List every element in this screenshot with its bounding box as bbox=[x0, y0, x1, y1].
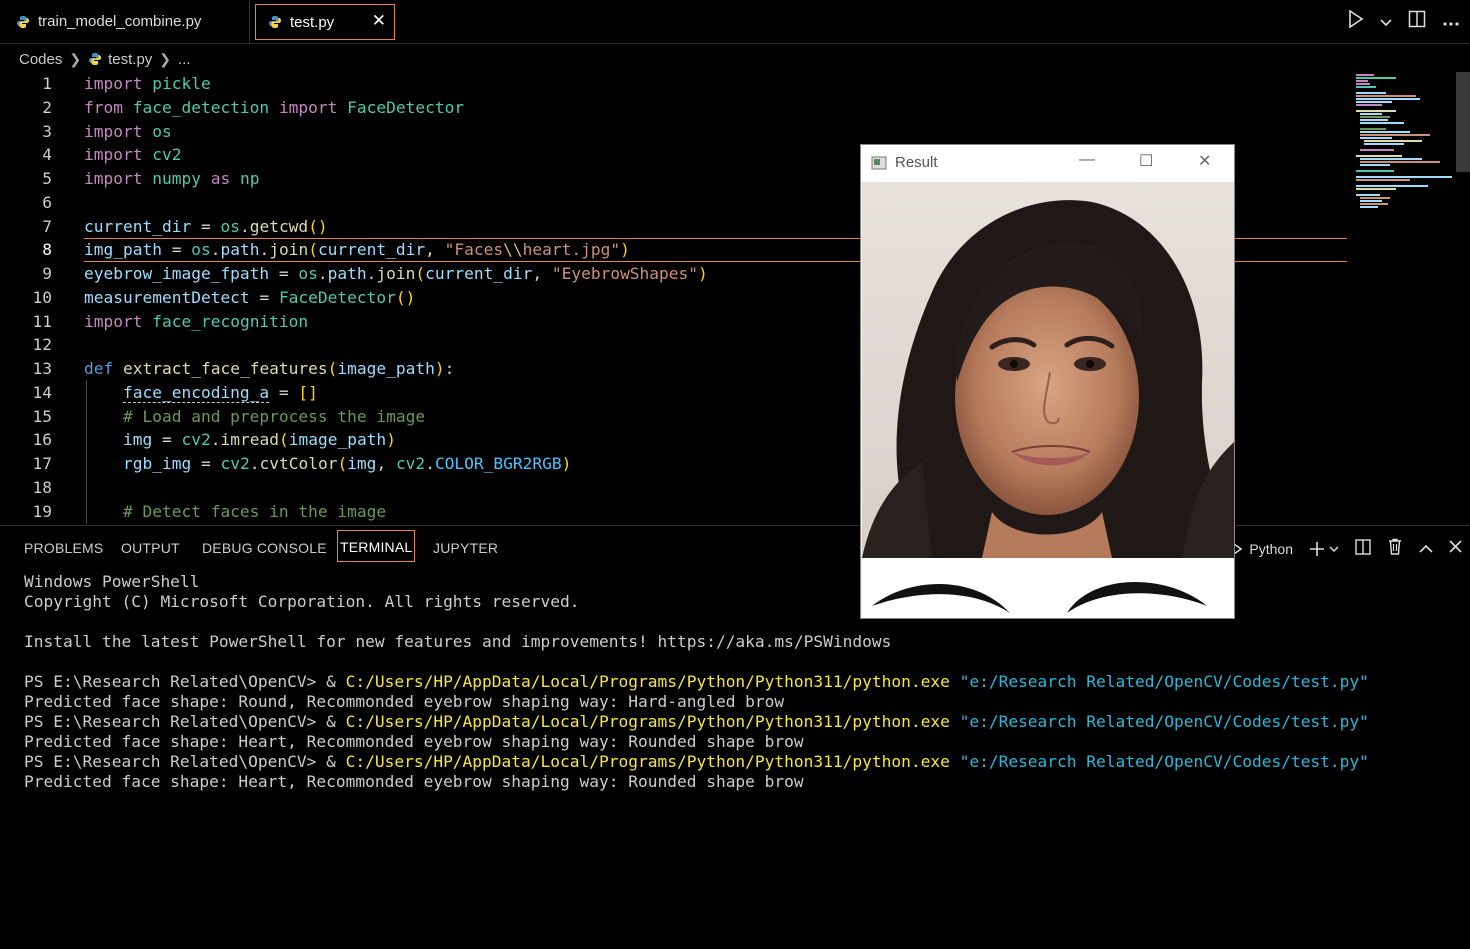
terminal-line: Install the latest PowerShell for new fe… bbox=[24, 632, 892, 651]
terminal-prompt: PS E:\Research Related\OpenCV> & bbox=[24, 712, 346, 731]
plus-icon bbox=[1310, 542, 1324, 556]
tab-train-model-combine[interactable]: train_model_combine.py bbox=[0, 0, 250, 43]
line-number: 15 bbox=[32, 407, 53, 426]
result-window[interactable]: Result — ☐ ✕ bbox=[860, 144, 1235, 619]
code-line: 2 from face_detection import FaceDetector bbox=[0, 96, 1347, 120]
line-number: 3 bbox=[42, 122, 52, 141]
terminal-arg: "e:/Research Related/OpenCV/Codes/test.p… bbox=[949, 672, 1369, 691]
split-editor-button[interactable] bbox=[1408, 10, 1426, 33]
split-icon bbox=[1355, 538, 1371, 555]
tab-debug-console[interactable]: DEBUG CONSOLE bbox=[202, 540, 327, 556]
chevron-down-icon bbox=[1329, 545, 1339, 552]
line-number: 7 bbox=[42, 217, 52, 236]
trash-icon bbox=[1389, 538, 1401, 555]
line-number: 19 bbox=[32, 502, 53, 521]
terminal-line: Predicted face shape: Round, Recommonded… bbox=[24, 692, 785, 711]
face-photo bbox=[862, 182, 1234, 558]
terminal-prompt: PS E:\Research Related\OpenCV> & bbox=[24, 752, 346, 771]
window-app-icon bbox=[871, 156, 887, 170]
close-icon[interactable]: ✕ bbox=[372, 11, 386, 31]
line-number: 5 bbox=[42, 169, 52, 188]
new-terminal-button[interactable] bbox=[1309, 541, 1339, 557]
result-window-titlebar[interactable]: Result — ☐ ✕ bbox=[861, 145, 1234, 182]
close-panel-button[interactable] bbox=[1449, 540, 1462, 558]
chevron-down-icon[interactable] bbox=[1380, 11, 1392, 32]
breadcrumb-symbol[interactable]: ... bbox=[178, 51, 191, 68]
breadcrumb: Codes ❯ test.py ❯ ... bbox=[19, 48, 191, 70]
line-number: 13 bbox=[32, 359, 53, 378]
line-number: 12 bbox=[32, 335, 53, 354]
line-number: 9 bbox=[42, 264, 52, 283]
terminal-exe: C:/Users/HP/AppData/Local/Programs/Pytho… bbox=[345, 752, 950, 771]
terminal-arg: "e:/Research Related/OpenCV/Codes/test.p… bbox=[949, 712, 1369, 731]
terminal-exe: C:/Users/HP/AppData/Local/Programs/Pytho… bbox=[345, 712, 950, 731]
python-file-icon bbox=[89, 53, 102, 65]
minimap[interactable] bbox=[1352, 72, 1470, 522]
terminal-line: Predicted face shape: Heart, Recommonded… bbox=[24, 772, 804, 791]
play-icon bbox=[1349, 9, 1364, 29]
line-number: 18 bbox=[32, 478, 53, 497]
chevron-up-icon bbox=[1419, 544, 1433, 553]
tab-test-py[interactable]: test.py ✕ bbox=[255, 4, 395, 40]
tab-jupyter[interactable]: JUPYTER bbox=[433, 540, 498, 556]
run-button[interactable] bbox=[1348, 9, 1364, 33]
terminal-command-line: PS E:\Research Related\OpenCV> & C:/User… bbox=[24, 712, 1369, 732]
result-window-title: Result bbox=[895, 154, 938, 171]
chevron-right-icon: ❯ bbox=[159, 50, 172, 67]
kill-terminal-button[interactable] bbox=[1387, 538, 1403, 560]
split-terminal-button[interactable] bbox=[1355, 538, 1371, 560]
line-number: 2 bbox=[42, 98, 52, 117]
eyebrow-shapes-preview bbox=[862, 558, 1234, 618]
python-file-icon bbox=[269, 16, 281, 28]
code-line: 3 import os bbox=[0, 120, 1347, 144]
tab-label: test.py bbox=[290, 13, 335, 31]
minimap-slider[interactable] bbox=[1456, 72, 1470, 172]
maximize-button[interactable]: ☐ bbox=[1139, 151, 1153, 171]
terminal-shell-selector[interactable]: Python bbox=[1233, 541, 1293, 557]
panel-actions: Python bbox=[1233, 538, 1462, 560]
close-button[interactable]: ✕ bbox=[1198, 151, 1211, 171]
line-number: 10 bbox=[32, 288, 53, 307]
terminal-exe: C:/Users/HP/AppData/Local/Programs/Pytho… bbox=[345, 672, 950, 691]
breadcrumb-file[interactable]: test.py bbox=[108, 51, 152, 68]
editor-tab-bar: train_model_combine.py test.py ✕ bbox=[0, 0, 1470, 44]
minimize-button[interactable]: — bbox=[1079, 151, 1095, 169]
tab-terminal[interactable]: TERMINAL bbox=[337, 530, 416, 562]
split-editor-icon bbox=[1408, 10, 1426, 28]
line-number: 8 bbox=[42, 240, 52, 259]
line-number: 11 bbox=[32, 312, 53, 331]
line-number: 17 bbox=[32, 454, 53, 473]
line-number: 1 bbox=[42, 74, 52, 93]
line-number: 4 bbox=[42, 145, 52, 164]
tab-output[interactable]: OUTPUT bbox=[121, 540, 180, 556]
code-line: 1 import pickle bbox=[0, 72, 1347, 96]
line-number: 16 bbox=[32, 430, 53, 449]
terminal-arg: "e:/Research Related/OpenCV/Codes/test.p… bbox=[949, 752, 1369, 771]
close-icon bbox=[1449, 540, 1462, 553]
more-actions-icon[interactable] bbox=[1442, 11, 1460, 32]
breadcrumb-folder[interactable]: Codes bbox=[19, 51, 62, 68]
python-file-icon bbox=[17, 15, 29, 28]
terminal-prompt: PS E:\Research Related\OpenCV> & bbox=[24, 672, 346, 691]
terminal-shell-label: Python bbox=[1249, 541, 1293, 557]
terminal-line: Predicted face shape: Heart, Recommonded… bbox=[24, 732, 804, 751]
terminal-command-line: PS E:\Research Related\OpenCV> & C:/User… bbox=[24, 752, 1369, 772]
line-number: 6 bbox=[42, 193, 52, 212]
line-number: 14 bbox=[32, 383, 53, 402]
editor-actions bbox=[1348, 9, 1460, 33]
bottom-panel: PROBLEMS OUTPUT DEBUG CONSOLE TERMINAL J… bbox=[0, 525, 1470, 949]
tab-problems[interactable]: PROBLEMS bbox=[24, 540, 103, 556]
chevron-right-icon: ❯ bbox=[69, 50, 82, 67]
tab-label: train_model_combine.py bbox=[38, 13, 202, 30]
terminal-command-line: PS E:\Research Related\OpenCV> & C:/User… bbox=[24, 672, 1369, 692]
maximize-panel-button[interactable] bbox=[1419, 540, 1433, 558]
